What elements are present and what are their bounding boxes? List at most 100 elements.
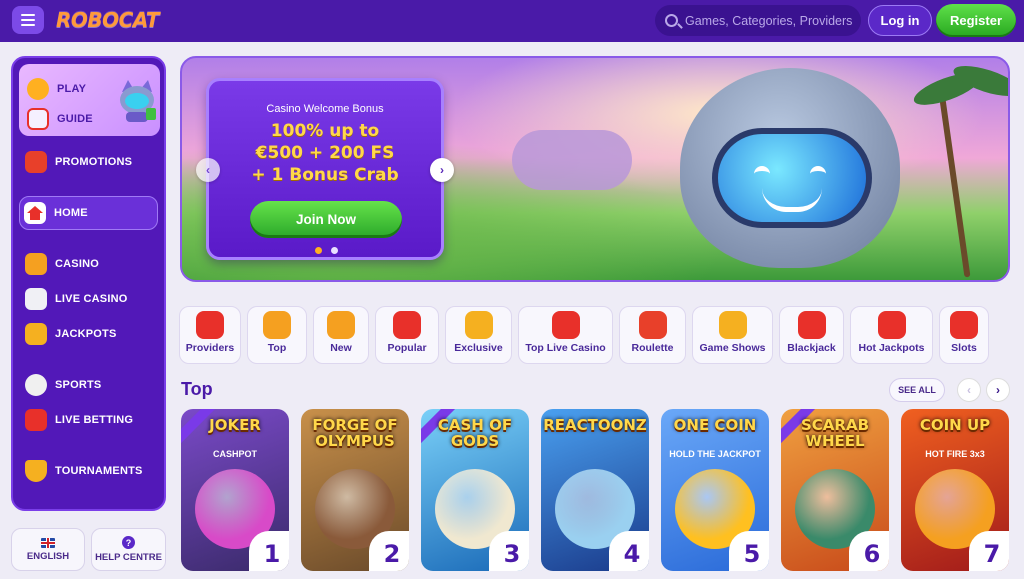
hero-banner[interactable]: Casino Welcome Bonus 100% up to €500 + 2… [180, 56, 1010, 282]
game-rank: 5 [729, 531, 769, 571]
gift-icon [25, 151, 47, 173]
help-label: HELP CENTRE [95, 552, 162, 563]
next-arrow-icon[interactable]: › [986, 378, 1010, 402]
game-rank: 3 [489, 531, 529, 571]
game-title: CASH OF GODS [437, 416, 513, 450]
hero-next-arrow-icon[interactable]: › [430, 158, 454, 182]
join-now-button[interactable]: Join Now [250, 201, 402, 238]
game-title: COIN UP [919, 416, 991, 434]
sidebar-item-label: HOME [54, 206, 88, 219]
sidebar-item-casino[interactable]: CASINO [19, 251, 99, 277]
game-rank: 6 [849, 531, 889, 571]
category-tile[interactable]: Hot Jackpots [850, 306, 933, 364]
language-label: ENGLISH [26, 550, 70, 562]
register-button[interactable]: Register [936, 4, 1016, 37]
help-icon: ? [122, 536, 135, 549]
home-icon-svg [27, 205, 43, 220]
top-header: ROBOCAT Log in Register [0, 0, 1024, 42]
game-title: JOKER [209, 416, 261, 434]
coin-icon [464, 311, 493, 339]
sidebar-item-home-inner: HOME [20, 197, 157, 228]
game-title: REACTOONZ [543, 416, 647, 434]
category-tile[interactable]: Providers [179, 306, 241, 364]
playing-cards-icon [25, 288, 47, 310]
category-label: Exclusive [454, 342, 503, 354]
search-input[interactable] [685, 13, 855, 28]
sidebar-item-label: SPORTS [55, 379, 102, 391]
home-icon [24, 201, 46, 224]
robot-eye [754, 166, 770, 176]
sidebar: PLAY GUIDE PROMOTIONS HOME CASINO LIVE C… [11, 56, 166, 511]
category-label: Top [267, 342, 287, 354]
slot-machine-icon [25, 253, 47, 275]
game-card[interactable]: JOKER CASHPOT 1 [181, 409, 289, 571]
prev-arrow-icon[interactable]: ‹ [957, 378, 981, 402]
sidebar-item-label: GUIDE [57, 113, 93, 125]
category-tile[interactable]: Top Live Casino [518, 306, 613, 364]
sidebar-item-sports[interactable]: SPORTS [19, 372, 101, 398]
category-tile[interactable]: Exclusive [445, 306, 512, 364]
category-tile[interactable]: Top [247, 306, 307, 364]
search-box[interactable] [655, 5, 861, 36]
sidebar-item-home[interactable]: HOME [19, 196, 158, 230]
category-tile[interactable]: Game Shows [692, 306, 773, 364]
uk-flag-icon [41, 537, 55, 548]
category-label: Game Shows [699, 342, 766, 354]
game-subtitle: HOLD THE JACKPOT [669, 449, 761, 459]
game-card[interactable]: COIN UP HOT FIRE 3x3 7 [901, 409, 1009, 571]
background-robot [512, 130, 632, 190]
game-subtitle: HOT FIRE 3x3 [925, 449, 985, 459]
slots-icon [950, 311, 978, 339]
slide-dot-active[interactable] [315, 247, 322, 254]
top-games-row: JOKER CASHPOT 1 FORGE OF OLYMPUS 2 CASH OF GO… [181, 409, 1009, 571]
slide-dot[interactable] [331, 247, 338, 254]
game-card[interactable]: FORGE OF OLYMPUS 2 [301, 409, 409, 571]
category-tile[interactable]: Roulette [619, 306, 686, 364]
menu-line-icon [21, 24, 35, 26]
menu-line-icon [21, 19, 35, 21]
game-card[interactable]: REACTOONZ 4 [541, 409, 649, 571]
sidebar-item-live-casino[interactable]: LIVE CASINO [19, 286, 128, 312]
game-card[interactable]: CASH OF GODS 3 [421, 409, 529, 571]
sidebar-item-tournaments[interactable]: TOURNAMENTS [19, 458, 143, 484]
robocat-logo[interactable]: ROBOCAT [56, 6, 160, 34]
see-all-button[interactable]: SEE ALL [889, 378, 945, 402]
slot-icon [718, 311, 747, 339]
bonus-line-1: 100% up to [270, 121, 380, 141]
guide-icon [27, 108, 49, 130]
category-tile[interactable]: Blackjack [779, 306, 844, 364]
category-tile[interactable]: Slots [939, 306, 989, 364]
sidebar-item-play[interactable]: PLAY [21, 76, 86, 102]
game-rank: 2 [369, 531, 409, 571]
category-label: Top Live Casino [525, 342, 606, 354]
game-card[interactable]: SCARAB WHEEL 6 [781, 409, 889, 571]
help-centre-button[interactable]: ? HELP CENTRE [91, 528, 166, 571]
language-button[interactable]: ENGLISH [11, 528, 85, 571]
sidebar-item-promotions[interactable]: PROMOTIONS [19, 149, 132, 175]
hero-prev-arrow-icon[interactable]: ‹ [196, 158, 220, 182]
robot-eye [810, 166, 826, 176]
hamburger-menu-button[interactable] [12, 6, 44, 34]
seven-icon [877, 311, 906, 339]
sidebar-item-jackpots[interactable]: JACKPOTS [19, 321, 117, 347]
cards-icon [196, 311, 224, 339]
sidebar-item-label: JACKPOTS [55, 328, 117, 340]
category-label: Providers [185, 342, 235, 354]
sidebar-item-label: TOURNAMENTS [55, 465, 143, 477]
bonus-line-3: + 1 Bonus Crab [251, 165, 399, 185]
sidebar-item-live-betting[interactable]: LIVE BETTING [19, 407, 133, 433]
game-card[interactable]: ONE COIN HOLD THE JACKPOT 5 [661, 409, 769, 571]
game-title: FORGE OF OLYMPUS [312, 416, 398, 450]
bonus-card: Casino Welcome Bonus 100% up to €500 + 2… [206, 78, 444, 260]
category-tile[interactable]: Popular [375, 306, 439, 364]
sidebar-item-label: LIVE CASINO [55, 293, 128, 305]
bonus-label: Casino Welcome Bonus [266, 103, 384, 115]
trophy-icon [25, 460, 47, 482]
game-rank: 1 [249, 531, 289, 571]
sidebar-item-guide[interactable]: GUIDE [21, 106, 93, 132]
category-tile[interactable]: New [313, 306, 369, 364]
bell-icon [327, 311, 355, 339]
login-button[interactable]: Log in [868, 5, 932, 36]
game-title: SCARAB WHEEL [800, 416, 869, 450]
robocat-mascot-icon [120, 80, 156, 122]
